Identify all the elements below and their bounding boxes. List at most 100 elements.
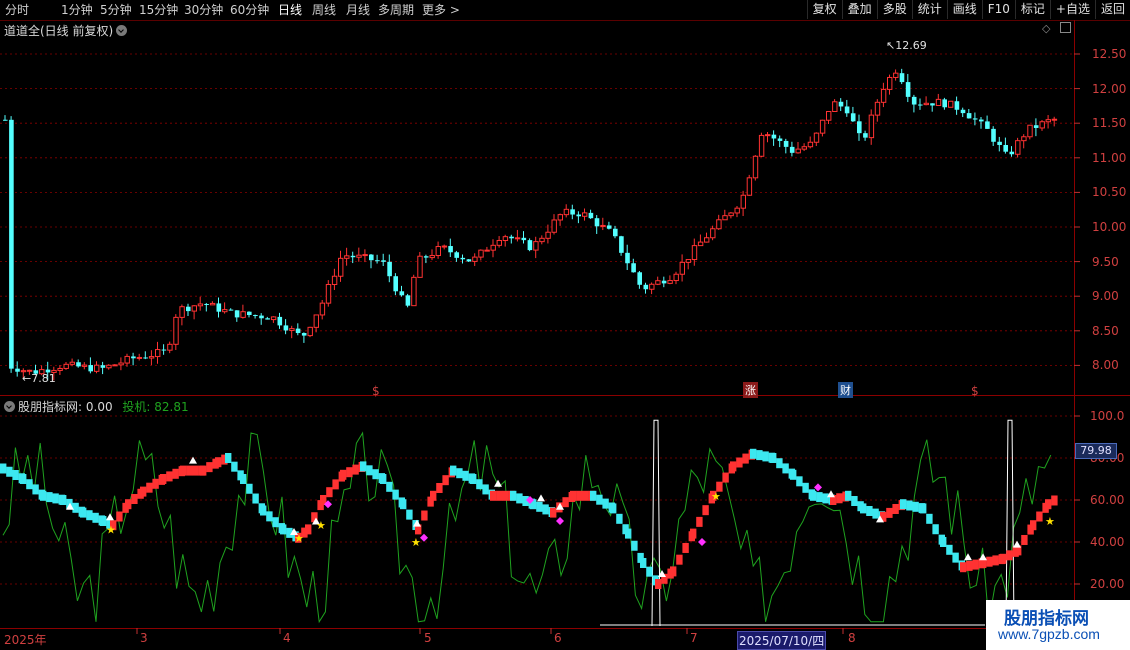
trend-band-block — [790, 469, 797, 480]
trend-band-block — [696, 516, 703, 527]
maximize-icon[interactable] — [1059, 22, 1071, 33]
diamond-signal-icon — [698, 538, 706, 546]
trend-band-block — [1036, 511, 1043, 522]
candle-body — [173, 316, 179, 345]
kline-chart-canvas[interactable]: ★ ★ ★ ★ ★ ★ — [0, 0, 1130, 650]
trend-band-block — [676, 554, 683, 565]
dropdown-circle-icon[interactable] — [116, 25, 128, 36]
candle-body — [167, 343, 173, 351]
buy-triangle-icon — [106, 513, 114, 521]
candle-body — [307, 326, 313, 337]
candle-body — [112, 364, 118, 367]
candle-body — [350, 255, 356, 258]
trend-band-block — [776, 458, 783, 469]
candle-body — [997, 141, 1002, 145]
candle-body — [381, 260, 386, 262]
candle-body — [325, 283, 332, 304]
trend-band-block — [845, 490, 852, 501]
event-marker-dividend-1[interactable]: $ — [372, 384, 380, 398]
candle-body — [387, 261, 392, 277]
candle-body — [429, 255, 435, 259]
candle-body — [874, 101, 881, 116]
trend-band-block — [912, 501, 919, 512]
trend-band-block — [462, 470, 469, 481]
trend-band-block — [602, 498, 609, 509]
candle-body — [619, 236, 624, 253]
diamond-signal-icon — [814, 483, 822, 492]
candle-body — [576, 214, 581, 217]
trend-band-block — [940, 537, 947, 547]
indicator-dropdown-icon[interactable] — [4, 401, 15, 412]
candle-body — [679, 261, 685, 275]
trend-band-block — [576, 490, 583, 501]
trend-band-block — [625, 528, 632, 539]
trend-band-block — [900, 499, 907, 510]
trend-band-block — [180, 465, 187, 476]
candle-body — [399, 291, 405, 296]
trend-band-block — [872, 508, 879, 519]
low-price-label: ←7.81 — [22, 372, 56, 385]
candle-body — [369, 254, 374, 261]
trend-band-block — [946, 544, 953, 555]
diamond-signal-icon — [420, 533, 428, 542]
candle-body — [533, 241, 539, 251]
candle-body — [484, 249, 490, 252]
trend-band-block — [40, 490, 47, 501]
price-tick-label: 10.50 — [1092, 185, 1127, 200]
event-marker-dividend-2[interactable]: $ — [971, 384, 979, 398]
candle-body — [57, 367, 63, 371]
candle-body — [265, 318, 270, 320]
candle-body — [63, 363, 69, 369]
candle-body — [393, 276, 398, 292]
candle-body — [649, 283, 655, 290]
candle-body — [216, 303, 222, 312]
trend-band-block — [952, 552, 959, 563]
trend-band-block — [1000, 553, 1007, 564]
candle-body — [863, 133, 868, 138]
candle-body — [88, 365, 93, 372]
date-axis-label: 8 — [848, 631, 856, 645]
trend-band-block — [280, 524, 287, 535]
candle-body — [539, 237, 545, 243]
candle-body — [887, 76, 893, 90]
trend-band-block — [646, 566, 653, 577]
candle-body — [728, 212, 734, 217]
candle-body — [697, 241, 704, 247]
price-tick-label: 12.50 — [1092, 47, 1127, 61]
diamond-icon[interactable]: ◇ — [1042, 22, 1050, 35]
candle-body — [588, 212, 594, 219]
candle-body — [106, 364, 112, 369]
candle-body — [765, 134, 771, 137]
trend-band-block — [1021, 534, 1028, 545]
candle-body — [850, 113, 856, 122]
trend-band-block — [72, 502, 79, 513]
candle-body — [752, 155, 759, 179]
crosshair-date-label: 2025/07/10/四 — [737, 631, 827, 650]
candle-body — [985, 121, 990, 129]
candle-body — [857, 121, 862, 134]
trend-band-block — [802, 482, 809, 493]
trend-band-block — [231, 461, 238, 472]
candle-body — [521, 237, 527, 241]
candle-body — [691, 245, 698, 261]
candle-body — [204, 303, 209, 305]
trend-band-block — [272, 517, 279, 528]
price-tick-label: 11.00 — [1092, 150, 1127, 165]
trend-band-block — [810, 490, 817, 501]
trend-band-block — [46, 492, 53, 503]
trend-band-block — [682, 542, 689, 553]
candle-body — [637, 272, 642, 285]
event-marker-finance[interactable]: 财 — [838, 382, 853, 398]
event-marker-limit-up[interactable]: 涨 — [743, 382, 758, 398]
candle-body — [893, 72, 899, 78]
trend-band-block — [6, 466, 13, 477]
trend-band-block — [80, 507, 87, 518]
trend-band-block — [906, 500, 913, 511]
star-icon: ★ — [1045, 515, 1055, 528]
main-panel-title: 道道全(日线 前复权) — [4, 22, 128, 39]
trend-band-block — [966, 560, 973, 571]
trend-band-block — [550, 507, 557, 518]
trend-band-block — [516, 493, 523, 504]
speculation-series-label: 投机: 82.81 — [122, 400, 189, 414]
candle-body — [758, 134, 765, 157]
